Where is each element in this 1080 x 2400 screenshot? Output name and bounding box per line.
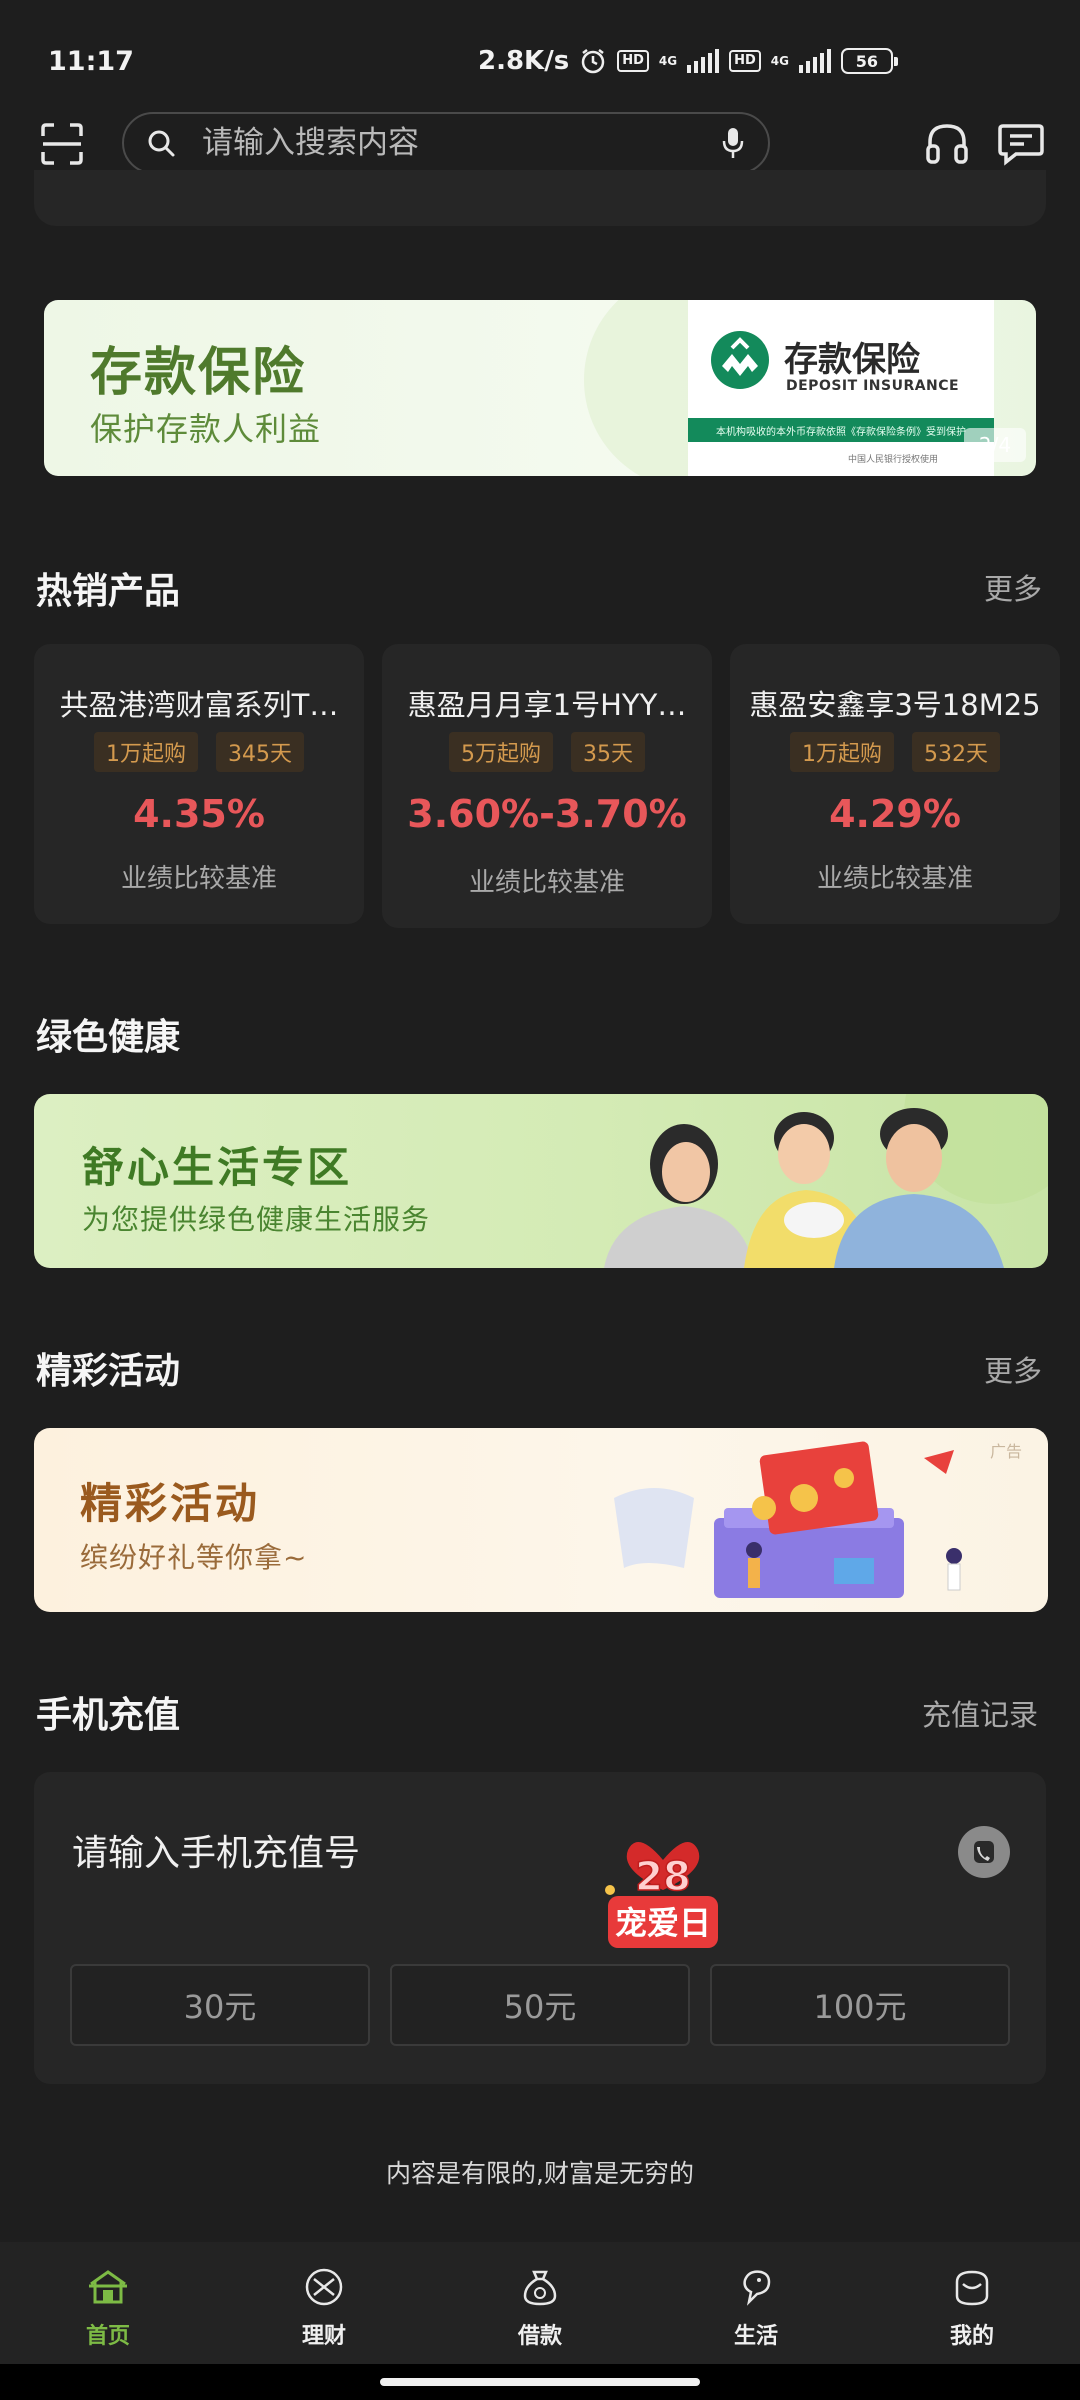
product-duration: 345天 <box>216 732 304 772</box>
amount-button-50[interactable]: 50元 <box>390 1964 690 2046</box>
green-banner-title: 舒心生活专区 <box>82 1143 353 1192</box>
net-type-2: 4G <box>770 54 789 68</box>
product-name: 惠盈安鑫享3号18M25 <box>749 688 1041 722</box>
product-rate-label: 业绩比较基准 <box>816 864 973 894</box>
green-health-banner[interactable]: 舒心生活专区 为您提供绿色健康生活服务 <box>34 1094 1048 1268</box>
search-icon <box>148 130 175 157</box>
product-min-purchase: 1万起购 <box>94 732 198 772</box>
hot-products-more-link[interactable]: 更多 <box>984 566 1042 608</box>
deposit-strip: 本机构吸收的本外币存款依照《存款保险条例》受到保护 <box>688 418 994 442</box>
product-tags: 1万起购 345天 <box>34 732 364 772</box>
nav-item-home[interactable]: 首页 <box>0 2242 216 2364</box>
green-banner-subtitle: 为您提供绿色健康生活服务 <box>82 1203 431 1236</box>
profile-icon <box>955 2270 989 2306</box>
deposit-insurance-logo-icon <box>711 331 769 389</box>
product-tags: 1万起购 532天 <box>730 732 1060 772</box>
product-card[interactable]: 惠盈月月享1号HYY… 5万起购 35天 3.60%-3.70% 业绩比较基准 <box>382 644 712 928</box>
deposit-logo-en: DEPOSIT INSURANCE <box>786 378 960 394</box>
bottom-nav: 首页 理财 借款 生活 我的 <box>0 2242 1080 2364</box>
deposit-logo-panel: 存款保险 DEPOSIT INSURANCE 本机构吸收的本外币存款依照《存款保… <box>688 300 994 476</box>
banner-pager: 2/4 <box>964 428 1026 462</box>
life-icon <box>743 2270 771 2306</box>
scan-icon[interactable] <box>40 122 84 166</box>
nav-item-finance[interactable]: 理财 <box>216 2242 432 2364</box>
promo-number: 28 <box>635 1854 691 1900</box>
nav-label-profile: 我的 <box>949 2324 994 2349</box>
nav-item-profile[interactable]: 我的 <box>864 2242 1080 2364</box>
deposit-title: 存款保险 <box>90 343 307 403</box>
product-card[interactable]: 共盈港湾财富系列T… 1万起购 345天 4.35% 业绩比较基准 <box>34 644 364 924</box>
deposit-subtitle: 保护存款人利益 <box>90 410 322 448</box>
nav-label-life: 生活 <box>733 2324 778 2349</box>
net-type-1: 4G <box>658 54 678 68</box>
activities-more-link[interactable]: 更多 <box>984 1348 1042 1390</box>
footer-slogan: 内容是有限的,财富是无穷的 <box>386 2159 694 2188</box>
status-icons: 2.8K/s HD 4G HD 4G 56 <box>478 44 898 78</box>
home-icon <box>89 2270 127 2304</box>
hot-products-title: 热销产品 <box>36 571 181 612</box>
top-card-remnant <box>34 170 1046 226</box>
hd-badge-2: HD <box>729 50 761 72</box>
deposit-insurance-banner[interactable]: 存款保险 保护存款人利益 存款保险 DEPOSIT INSURANCE 本机构吸… <box>44 300 1036 476</box>
phone-number-input[interactable]: 请输入手机充值号 <box>72 1824 360 1876</box>
product-name: 共盈港湾财富系列T… <box>59 688 339 722</box>
contacts-button[interactable] <box>958 1826 1010 1878</box>
finance-icon <box>305 2268 343 2306</box>
amount-button-100[interactable]: 100元 <box>710 1964 1010 2046</box>
recharge-record-link[interactable]: 充值记录 <box>922 1692 1038 1734</box>
product-min-purchase: 5万起购 <box>449 732 553 772</box>
nav-label-finance: 理财 <box>301 2324 346 2349</box>
hd-badge-1: HD <box>617 50 649 72</box>
product-card[interactable]: 惠盈安鑫享3号18M25 1万起购 532天 4.29% 业绩比较基准 <box>730 644 1060 924</box>
product-min-purchase: 1万起购 <box>790 732 894 772</box>
network-speed: 2.8K/s <box>478 46 570 76</box>
message-icon[interactable] <box>996 118 1046 168</box>
gesture-bar[interactable] <box>380 2378 700 2386</box>
activity-banner-title: 精彩活动 <box>80 1479 261 1528</box>
product-tags: 5万起购 35天 <box>382 732 712 772</box>
activities-title: 精彩活动 <box>36 1351 181 1392</box>
product-name: 惠盈月月享1号HYY… <box>407 688 687 722</box>
microphone-icon[interactable] <box>720 126 746 160</box>
activities-banner[interactable]: 精彩活动 缤纷好礼等你拿~ 广告 <box>34 1428 1048 1612</box>
deposit-logo-cn: 存款保险 <box>784 340 920 380</box>
family-illustration <box>604 1094 1048 1268</box>
product-rate-label: 业绩比较基准 <box>468 868 625 898</box>
product-rate: 4.35% <box>133 792 265 836</box>
product-duration: 532天 <box>912 732 1000 772</box>
nav-item-life[interactable]: 生活 <box>648 2242 864 2364</box>
promo-text: 宠爱日 <box>615 1904 711 1942</box>
product-rate: 4.29% <box>829 792 961 836</box>
amount-button-30[interactable]: 30元 <box>70 1964 370 2046</box>
product-rate-label: 业绩比较基准 <box>120 864 277 894</box>
status-time: 11:17 <box>48 46 134 77</box>
signal-icon-1 <box>687 49 720 73</box>
recharge-title: 手机充值 <box>36 1695 181 1736</box>
deposit-footer: 中国人民银行授权使用 <box>848 455 939 465</box>
nav-label-home: 首页 <box>85 2324 130 2349</box>
search-input[interactable] <box>202 125 720 161</box>
green-health-title: 绿色健康 <box>36 1017 181 1058</box>
nav-label-loan: 借款 <box>517 2324 562 2349</box>
promo-badge-icon: 28 宠爱日 <box>605 1842 718 1948</box>
product-duration: 35天 <box>571 732 645 772</box>
gift-illustration <box>614 1441 962 1598</box>
search-bar[interactable] <box>122 112 770 174</box>
battery-icon: 56 <box>840 48 898 74</box>
nav-item-loan[interactable]: 借款 <box>432 2242 648 2364</box>
phone-contact-icon <box>974 1841 994 1863</box>
headset-icon[interactable] <box>922 118 972 168</box>
signal-icon-2 <box>798 49 831 73</box>
recharge-card: 请输入手机充值号 28 宠爱日 30元 50元 100元 <box>34 1772 1046 2084</box>
alarm-icon <box>581 49 605 74</box>
product-rate: 3.60%-3.70% <box>407 792 687 836</box>
activity-banner-subtitle: 缤纷好礼等你拿~ <box>80 1541 308 1574</box>
loan-bag-icon <box>523 2270 557 2306</box>
